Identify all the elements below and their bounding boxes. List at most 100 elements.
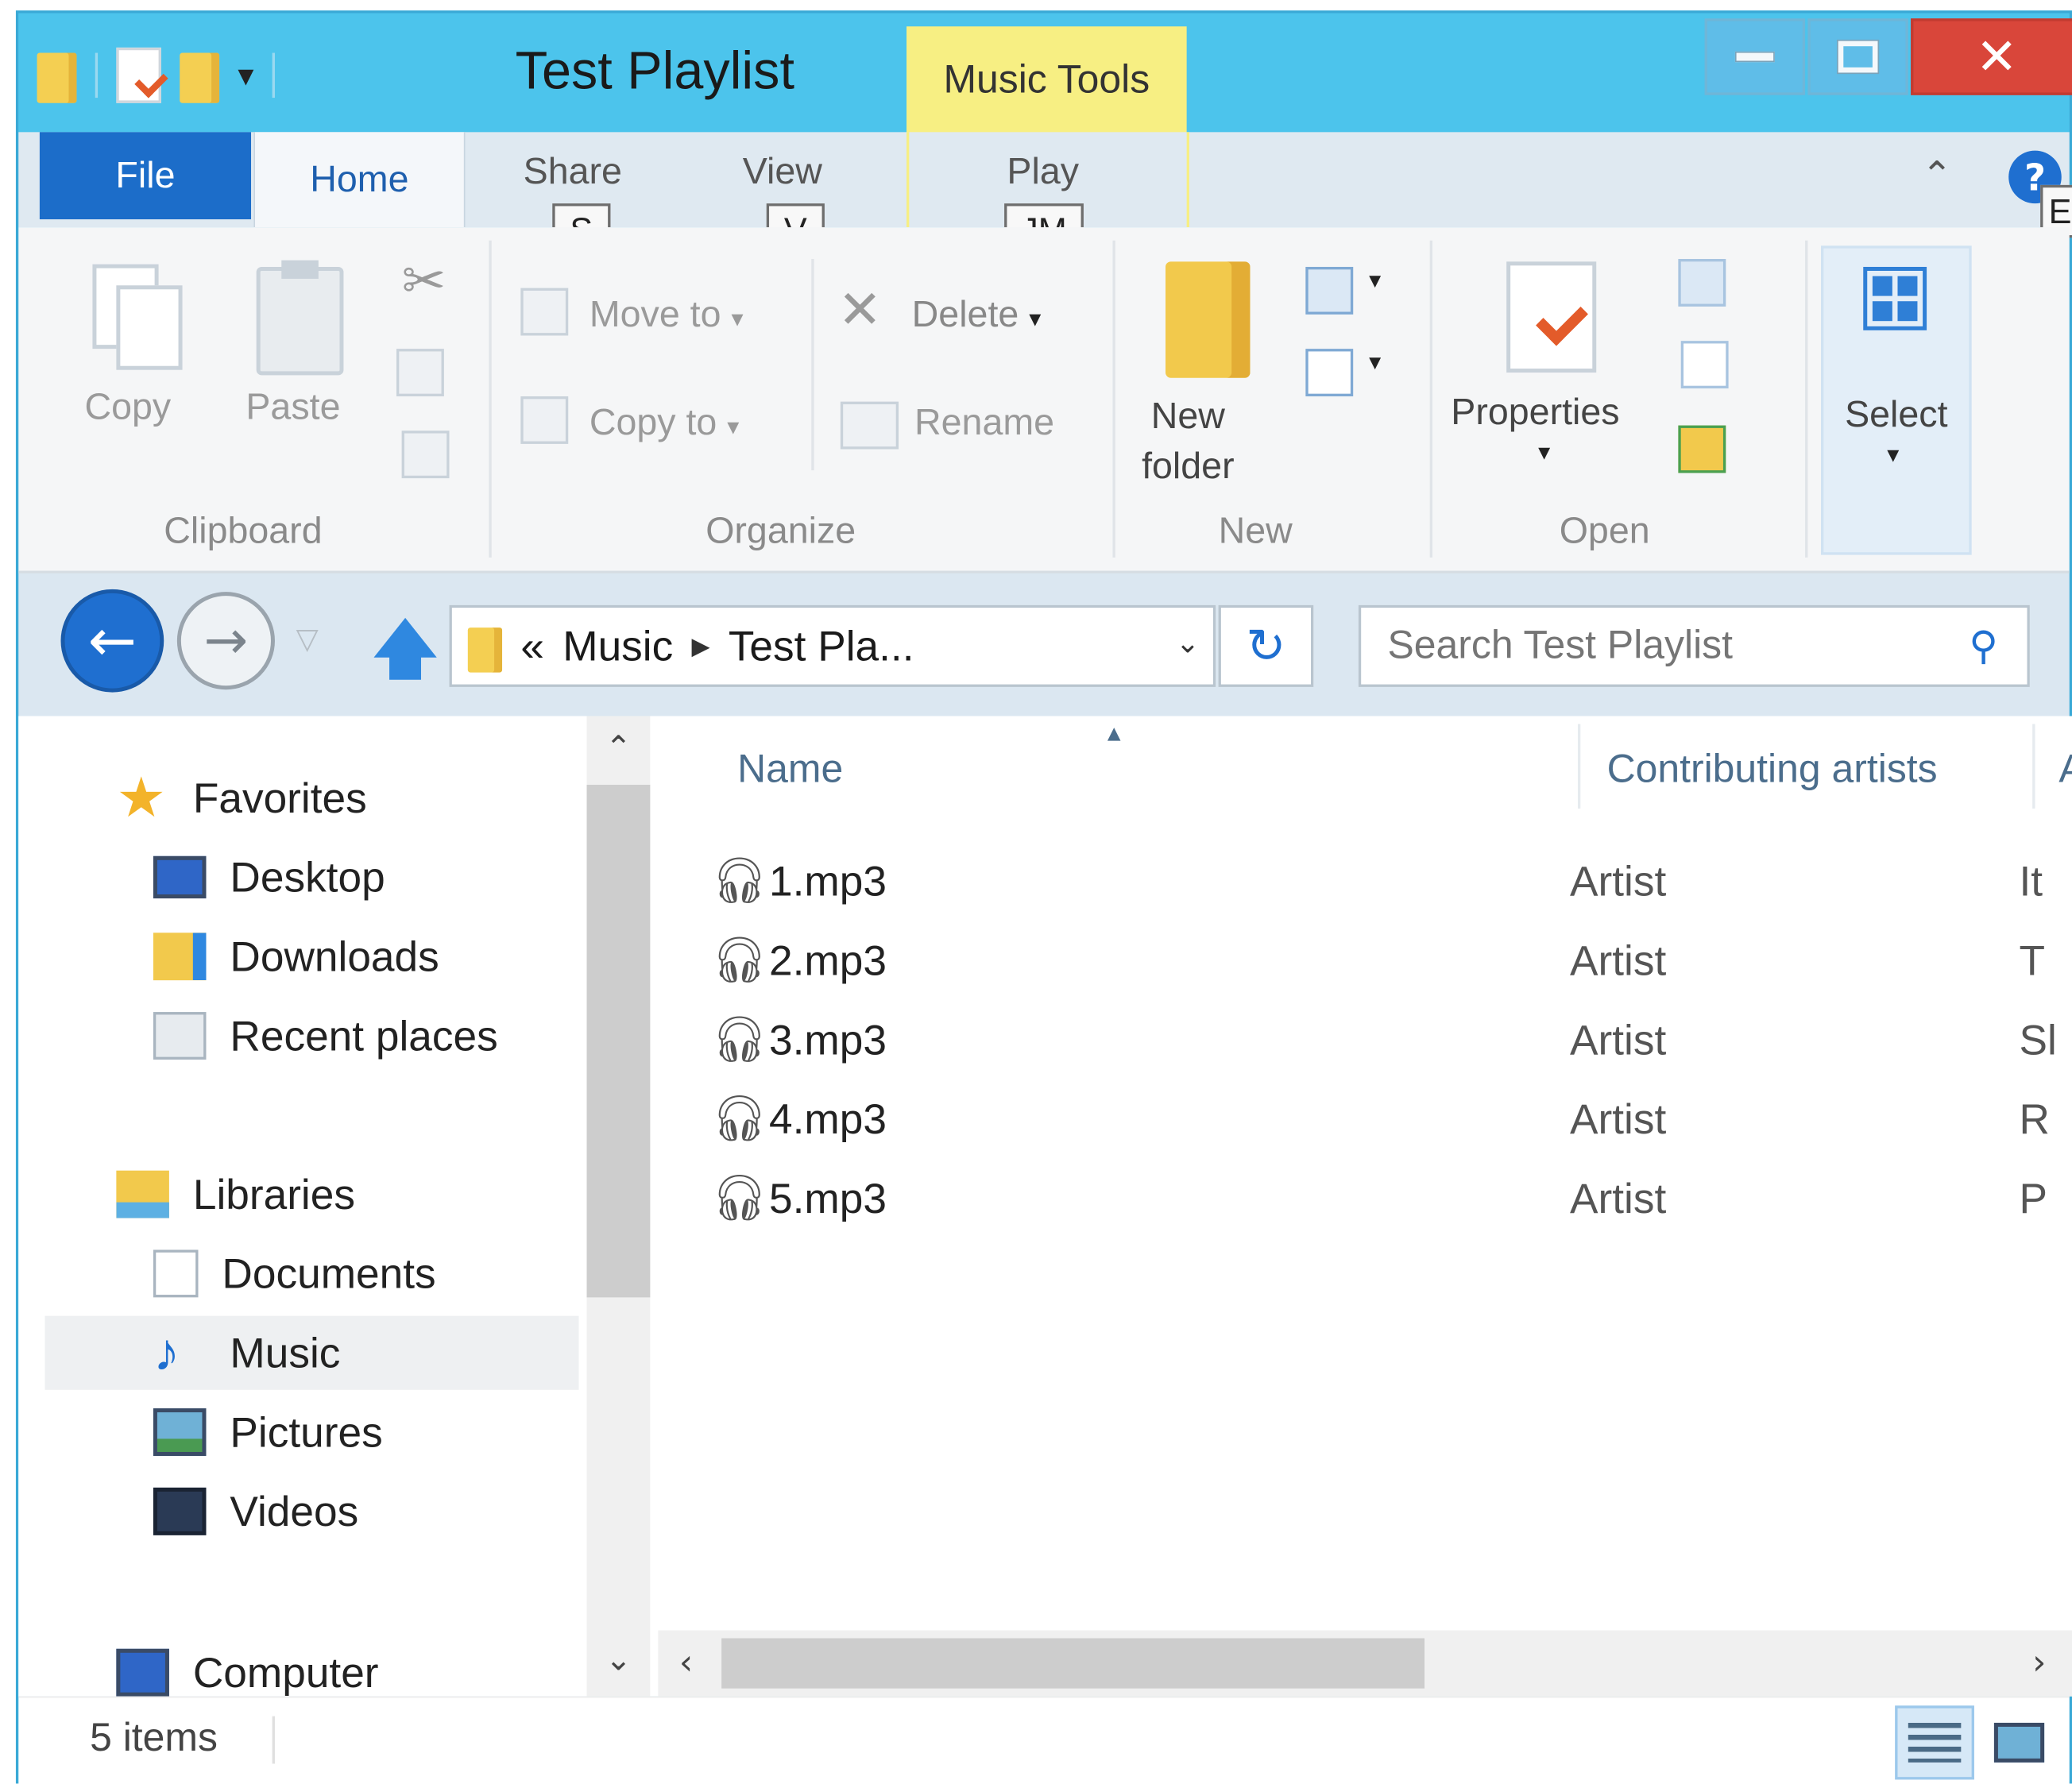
up-button[interactable]: 🡅: [373, 605, 438, 712]
new-folder-icon[interactable]: [1166, 261, 1251, 378]
ribbon-home: Copy Paste ✂ Clipboard Move to ▾ Copy to…: [18, 227, 2070, 573]
table-row[interactable]: 🎧︎ 5.mp3 Artist P: [711, 1163, 2072, 1234]
table-row[interactable]: 🎧︎ 1.mp3 Artist It: [711, 846, 2072, 917]
column-separator[interactable]: [2032, 724, 2035, 809]
copy-path-icon[interactable]: [396, 349, 444, 396]
scrollbar-thumb[interactable]: [586, 785, 651, 1298]
table-row[interactable]: 🎧︎ 3.mp3 Artist Sl: [711, 1004, 2072, 1075]
customize-toolbar-icon[interactable]: ▾: [238, 57, 253, 95]
properties-icon[interactable]: [116, 47, 161, 103]
column-header-contributing-artists[interactable]: Contributing artists: [1607, 747, 1938, 793]
column-separator[interactable]: [1577, 724, 1581, 809]
copy-button[interactable]: Copy: [84, 386, 171, 428]
refresh-button[interactable]: ↻: [1218, 604, 1314, 687]
select-button[interactable]: Select ▾: [1821, 245, 1972, 555]
tab-share[interactable]: Share: [524, 151, 622, 193]
close-icon: ✕: [1975, 27, 2018, 87]
breadcrumb-test-playlist[interactable]: Test Pla...: [729, 622, 914, 671]
nav-item-label: Pictures: [230, 1408, 383, 1456]
file-horizontal-scrollbar[interactable]: ‹ ›: [658, 1630, 2072, 1697]
breadcrumb-music[interactable]: Music: [562, 622, 673, 671]
chevron-down-icon: ▾: [1029, 305, 1042, 332]
scroll-up-icon[interactable]: ⌃: [605, 729, 632, 767]
new-item-icon[interactable]: [1305, 266, 1354, 315]
chevron-down-icon[interactable]: ▾: [1369, 349, 1381, 376]
copy-to-button[interactable]: Copy to ▾: [590, 402, 739, 444]
headphones-icon: 🎧︎: [710, 1014, 768, 1065]
nav-item-label: Documents: [222, 1249, 436, 1297]
breadcrumb-overflow[interactable]: «: [520, 622, 544, 671]
item-count: 5 items: [90, 1716, 218, 1760]
details-view-button[interactable]: [1895, 1705, 1974, 1780]
open-icon[interactable]: [1678, 259, 1726, 307]
address-bar[interactable]: « Music ▶ Test Pla... ⌄: [449, 604, 1216, 687]
quick-access-toolbar: ▾: [37, 42, 276, 108]
cut-icon[interactable]: ✂: [402, 251, 446, 312]
file-name: 4.mp3: [769, 1095, 887, 1142]
nav-item-music[interactable]: ♪ Music: [44, 1315, 579, 1390]
new-folder-icon[interactable]: [180, 48, 220, 103]
tab-view[interactable]: View: [743, 151, 822, 193]
paste-button[interactable]: Paste: [245, 386, 340, 428]
collapse-ribbon-icon[interactable]: ⌃: [1921, 153, 1952, 197]
chevron-down-icon[interactable]: ▾: [1538, 438, 1550, 466]
minimize-icon: [1734, 51, 1775, 63]
file-name: 5.mp3: [769, 1173, 887, 1222]
large-icons-view-button[interactable]: [1980, 1705, 2059, 1779]
properties-button[interactable]: Properties: [1451, 391, 1619, 433]
move-to-button[interactable]: Move to ▾: [590, 293, 744, 335]
edit-icon[interactable]: [1680, 341, 1729, 389]
forward-button[interactable]: →: [176, 592, 275, 690]
paste-icon[interactable]: [256, 260, 344, 376]
headphones-icon: 🎧︎: [710, 1094, 768, 1145]
tab-home[interactable]: Home: [253, 132, 466, 228]
context-tab-divider: [1186, 132, 1189, 228]
select-grid-icon: [1863, 266, 1927, 330]
search-icon[interactable]: ⚲: [1969, 624, 1998, 670]
scrollbar-thumb[interactable]: [721, 1638, 1425, 1689]
documents-icon: [153, 1249, 199, 1298]
file-name: 2.mp3: [769, 936, 887, 984]
rename-button[interactable]: Rename: [914, 402, 1054, 444]
new-folder-button[interactable]: New folder: [1142, 391, 1235, 491]
scroll-right-icon[interactable]: ›: [2032, 1643, 2046, 1683]
chevron-down-icon: ▾: [727, 413, 740, 440]
history-icon[interactable]: [1678, 425, 1726, 473]
copy-to-label: Copy to: [589, 401, 717, 443]
copy-icon[interactable]: [92, 264, 183, 370]
address-history-chevron-icon[interactable]: ⌄: [1176, 626, 1200, 660]
search-box[interactable]: ⚲: [1358, 604, 2030, 687]
refresh-icon: ↻: [1246, 619, 1286, 674]
table-row[interactable]: 🎧︎ 2.mp3 Artist T: [711, 925, 2072, 996]
minimize-button[interactable]: [1704, 18, 1806, 95]
search-input[interactable]: [1387, 624, 1943, 669]
maximize-button[interactable]: [1807, 18, 1908, 95]
table-row[interactable]: 🎧︎ 4.mp3 Artist R: [711, 1083, 2072, 1155]
music-note-icon: ♪: [153, 1323, 180, 1382]
delete-button[interactable]: Delete ▾: [912, 293, 1042, 335]
column-header-album[interactable]: A: [2058, 747, 2072, 793]
tab-play[interactable]: Play: [1007, 151, 1079, 193]
file-album: T: [2019, 936, 2046, 984]
recent-places-icon: [153, 1012, 207, 1060]
paste-shortcut-icon[interactable]: [401, 431, 450, 479]
easy-access-icon[interactable]: [1305, 349, 1354, 396]
file-album: Sl: [2019, 1015, 2057, 1064]
recent-locations-chevron-icon[interactable]: ▽: [296, 624, 319, 657]
file-name: 3.mp3: [769, 1015, 887, 1064]
column-header-name[interactable]: Name: [737, 747, 843, 793]
nav-item-label: Videos: [230, 1487, 359, 1535]
nav-vertical-scrollbar[interactable]: ⌃ ⌄: [586, 716, 651, 1697]
scroll-left-icon[interactable]: ‹: [679, 1643, 693, 1683]
status-separator: [272, 1716, 275, 1764]
chevron-down-icon[interactable]: ▾: [1369, 267, 1381, 295]
back-button[interactable]: ←: [60, 589, 164, 693]
close-button[interactable]: ✕: [1911, 18, 2072, 95]
folder-icon[interactable]: [37, 48, 77, 103]
scroll-down-icon[interactable]: ⌄: [605, 1641, 632, 1678]
tab-file[interactable]: File: [39, 132, 252, 220]
group-separator: [1429, 240, 1433, 558]
breadcrumb-separator-icon[interactable]: ▶: [692, 632, 710, 660]
star-icon: ★: [116, 766, 167, 828]
properties-icon[interactable]: [1506, 261, 1597, 373]
